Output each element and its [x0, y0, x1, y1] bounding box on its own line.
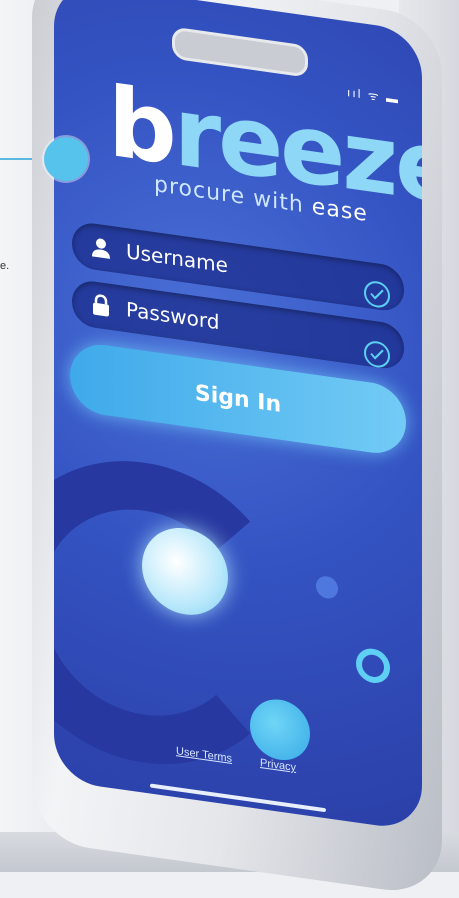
callout-dot	[44, 137, 88, 181]
phone-screen: ııl ᯤ ▬ breeze procure with ease Usernam…	[54, 0, 422, 832]
lock-icon	[90, 293, 112, 318]
password-check-icon	[364, 339, 390, 370]
password-placeholder: Password	[126, 297, 220, 335]
username-placeholder: Username	[126, 239, 228, 278]
phone-mockup: ııl ᯤ ▬ breeze procure with ease Usernam…	[20, 0, 459, 898]
logo-letter-b: b	[108, 65, 174, 187]
decorative-orb-medium	[250, 695, 310, 764]
user-icon	[90, 235, 112, 260]
callout-text: e.	[0, 260, 10, 272]
dynamic-island	[172, 26, 308, 78]
privacy-link[interactable]: Privacy	[260, 757, 296, 774]
decorative-orb-small	[316, 574, 338, 600]
decorative-ring	[356, 646, 390, 686]
